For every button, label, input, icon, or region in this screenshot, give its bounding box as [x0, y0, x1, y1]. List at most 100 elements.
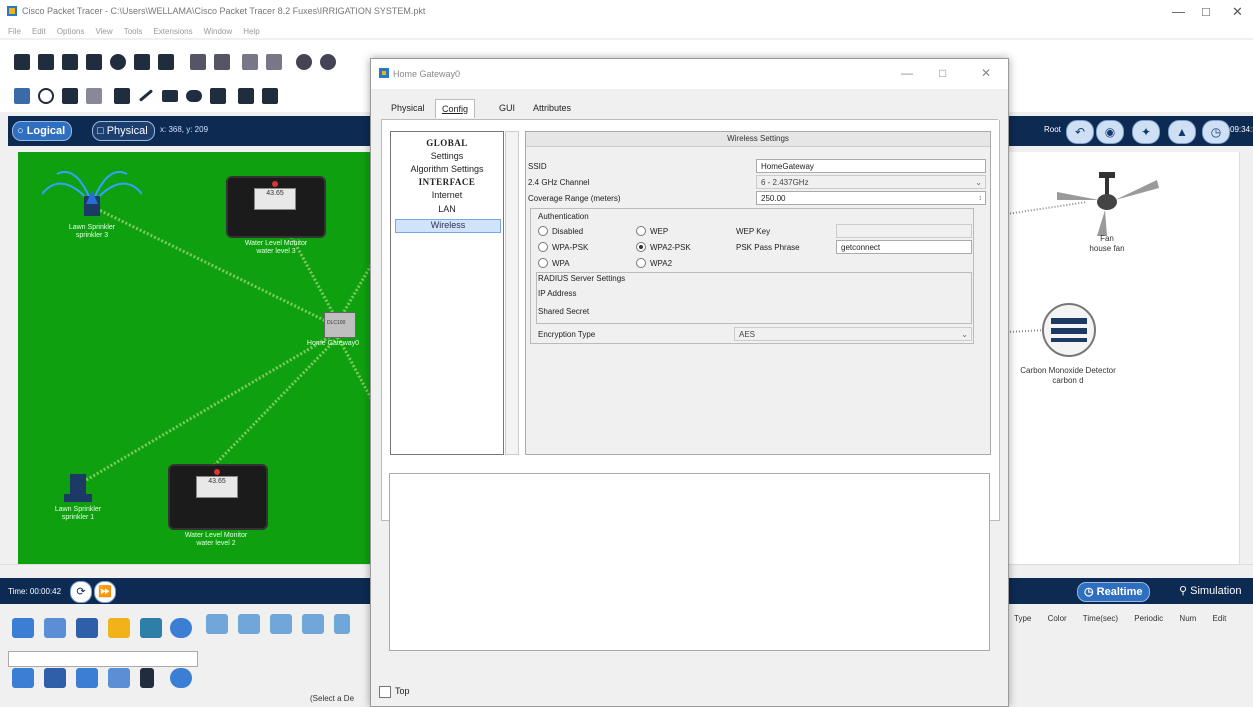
security-icon[interactable]: [108, 668, 130, 688]
simple-pdu-icon[interactable]: [238, 88, 254, 104]
print-icon[interactable]: [86, 54, 102, 70]
sprinkler-1-device[interactable]: Lawn Sprinkler sprinkler 1: [48, 470, 108, 530]
sidebar-item-algorithm-settings[interactable]: Algorithm Settings: [395, 164, 499, 175]
menu-extensions[interactable]: Extensions: [153, 27, 192, 36]
wan-emulation-icon[interactable]: [140, 668, 154, 688]
psk-pass-phrase-input[interactable]: getconnect: [836, 240, 972, 254]
ellipse-icon[interactable]: [186, 90, 202, 102]
open-file-icon[interactable]: [38, 54, 54, 70]
auth-wpa2-radio[interactable]: [636, 258, 646, 268]
shared-secret-input[interactable]: [836, 304, 970, 318]
tab-physical[interactable]: Physical: [385, 99, 431, 117]
zoom-reset-icon[interactable]: [320, 54, 336, 70]
rectangle-icon[interactable]: [162, 90, 178, 102]
activity-wizard-icon[interactable]: [110, 54, 126, 70]
zoom-in-icon[interactable]: [296, 54, 312, 70]
paste-icon[interactable]: [214, 54, 230, 70]
sidebar-item-wireless[interactable]: Wireless: [395, 219, 501, 233]
top-checkbox[interactable]: [379, 686, 391, 698]
network-devices-icon[interactable]: [12, 618, 34, 638]
menu-help[interactable]: Help: [243, 27, 259, 36]
router-2911-icon[interactable]: [334, 614, 350, 634]
water-level-2-device[interactable]: 43.65: [168, 464, 268, 530]
set-tiled-icon[interactable]: ◉: [1096, 120, 1124, 144]
note-icon[interactable]: [114, 88, 130, 104]
home-gateway-device[interactable]: DLC100: [324, 312, 356, 338]
complex-pdu-icon[interactable]: [262, 88, 278, 104]
wireless-icon[interactable]: [76, 668, 98, 688]
coverage-range-spinbox[interactable]: 250.00 ↕: [756, 191, 986, 205]
hubs-icon[interactable]: [44, 668, 66, 688]
switches-icon[interactable]: [12, 668, 34, 688]
auth-wep-radio[interactable]: [636, 226, 646, 236]
network-info-icon[interactable]: [134, 54, 150, 70]
dialog-maximize-button[interactable]: □: [939, 66, 946, 80]
clock-icon[interactable]: ◷: [1202, 120, 1230, 144]
simulation-button[interactable]: ⚲ Simulation: [1179, 582, 1241, 600]
fast-forward-icon[interactable]: ⏩: [94, 581, 116, 603]
resize-icon[interactable]: [86, 88, 102, 104]
water-level-3-device[interactable]: 43.65: [226, 176, 326, 238]
router-1941-icon[interactable]: [270, 614, 292, 634]
menu-window[interactable]: Window: [204, 27, 232, 36]
router-4331-icon[interactable]: [206, 614, 228, 634]
physical-view-button[interactable]: □ Physical: [92, 121, 155, 141]
custom-icon[interactable]: [158, 54, 174, 70]
auth-disabled-radio[interactable]: [538, 226, 548, 236]
router-4321-icon[interactable]: [238, 614, 260, 634]
sidebar-item-internet[interactable]: Internet: [395, 190, 499, 201]
realtime-button[interactable]: ◷ Realtime: [1077, 582, 1150, 602]
misc-icon[interactable]: [140, 618, 162, 638]
menu-options[interactable]: Options: [57, 27, 85, 36]
power-cycle-icon[interactable]: ⟳: [70, 581, 92, 603]
view-icon[interactable]: [14, 88, 30, 104]
close-button[interactable]: ✕: [1232, 4, 1243, 20]
undo-icon[interactable]: [242, 54, 258, 70]
viewport-icon[interactable]: ✦: [1132, 120, 1160, 144]
spinner-icon[interactable]: ↕: [979, 192, 983, 204]
cloud-icon[interactable]: [170, 668, 192, 688]
copy-icon[interactable]: [190, 54, 206, 70]
delete-icon[interactable]: [62, 88, 78, 104]
multiuser-icon[interactable]: [170, 618, 192, 638]
tab-gui[interactable]: GUI: [493, 99, 521, 117]
save-icon[interactable]: [62, 54, 78, 70]
freeform-icon[interactable]: [210, 88, 226, 104]
logical-workspace[interactable]: Lawn Sprinkler sprinkler 3 43.65 Water L…: [18, 152, 373, 564]
redo-icon[interactable]: [266, 54, 282, 70]
workspace-right-region[interactable]: Fan house fan Carbon Monoxide Detector c…: [1007, 152, 1239, 564]
tab-attributes[interactable]: Attributes: [527, 99, 577, 117]
encryption-type-select[interactable]: AES ⌄: [734, 327, 972, 341]
sidebar-item-lan[interactable]: LAN: [395, 204, 499, 215]
dialog-minimize-button[interactable]: —: [901, 66, 913, 80]
menu-edit[interactable]: Edit: [32, 27, 46, 36]
maximize-button[interactable]: □: [1202, 4, 1210, 19]
line-icon[interactable]: [138, 89, 154, 102]
minimize-button[interactable]: —: [1172, 4, 1185, 19]
vertical-scrollbar[interactable]: [1239, 152, 1253, 564]
device-search-input[interactable]: [8, 651, 198, 667]
menu-file[interactable]: File: [8, 27, 21, 36]
root-label[interactable]: Root: [1044, 125, 1061, 134]
logical-view-button[interactable]: ○ Logical: [12, 121, 73, 141]
sidebar-item-settings[interactable]: Settings: [395, 151, 499, 162]
tab-config[interactable]: Config: [435, 99, 476, 118]
new-file-icon[interactable]: [14, 54, 30, 70]
auth-wpa-psk-radio[interactable]: [538, 242, 548, 252]
ip-address-input[interactable]: [836, 287, 970, 301]
wep-key-input[interactable]: [836, 224, 972, 238]
sidebar-scrollbar[interactable]: [505, 131, 519, 455]
environment-icon[interactable]: ▲: [1168, 120, 1196, 144]
back-nav-icon[interactable]: ↶: [1066, 120, 1094, 144]
router-2901-icon[interactable]: [302, 614, 324, 634]
sprinkler-3-device[interactable]: Lawn Sprinkler sprinkler 3: [41, 164, 143, 244]
auth-wpa2-psk-radio[interactable]: [636, 242, 646, 252]
connections-icon[interactable]: [108, 618, 130, 638]
channel-select[interactable]: 6 - 2.437GHz ⌄: [756, 175, 986, 189]
dialog-close-button[interactable]: ✕: [981, 66, 991, 80]
components-icon[interactable]: [76, 618, 98, 638]
menu-view[interactable]: View: [95, 27, 112, 36]
menu-tools[interactable]: Tools: [124, 27, 143, 36]
ssid-input[interactable]: HomeGateway: [756, 159, 986, 173]
end-devices-icon[interactable]: [44, 618, 66, 638]
